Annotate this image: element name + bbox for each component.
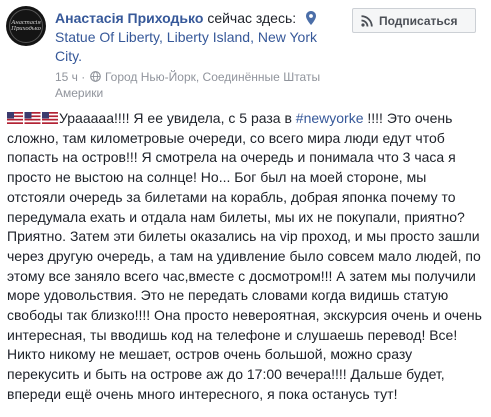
post-meta: 15 ч · Город Нью-Йорк, Соединённые Штаты… <box>55 69 345 101</box>
avatar[interactable]: Анастасія Приходько <box>6 6 46 46</box>
post-text-rest: !!!! Это очень сложно, там километровые … <box>7 110 482 402</box>
hashtag-link[interactable]: #newyorke <box>296 110 364 126</box>
location-link[interactable]: Statue Of Liberty, Liberty Island, New Y… <box>55 28 335 66</box>
meta-separator: · <box>77 70 89 84</box>
follow-button[interactable]: Подписаться <box>352 8 476 33</box>
post-header: Анастасія Приходько сейчас здесь: <box>55 8 305 28</box>
avatar-logo-text: Анастасія Приходько <box>11 20 41 32</box>
us-flag-icon <box>7 112 58 124</box>
here-label: сейчас здесь: <box>207 10 297 26</box>
globe-icon[interactable] <box>89 71 101 82</box>
timestamp[interactable]: 15 ч <box>55 70 78 84</box>
follow-button-label: Подписаться <box>379 13 458 28</box>
facebook-post: Анастасія Приходько Анастасія Приходько … <box>0 0 491 417</box>
post-body: Урааааа!!!! Я ее увидела, с 5 раза в #ne… <box>7 109 486 405</box>
post-text-start: Урааааа!!!! Я ее увидела, с 5 раза в <box>59 110 296 126</box>
map-pin-icon <box>306 11 316 25</box>
author-name[interactable]: Анастасія Приходько <box>55 10 203 26</box>
rss-icon <box>361 14 373 27</box>
